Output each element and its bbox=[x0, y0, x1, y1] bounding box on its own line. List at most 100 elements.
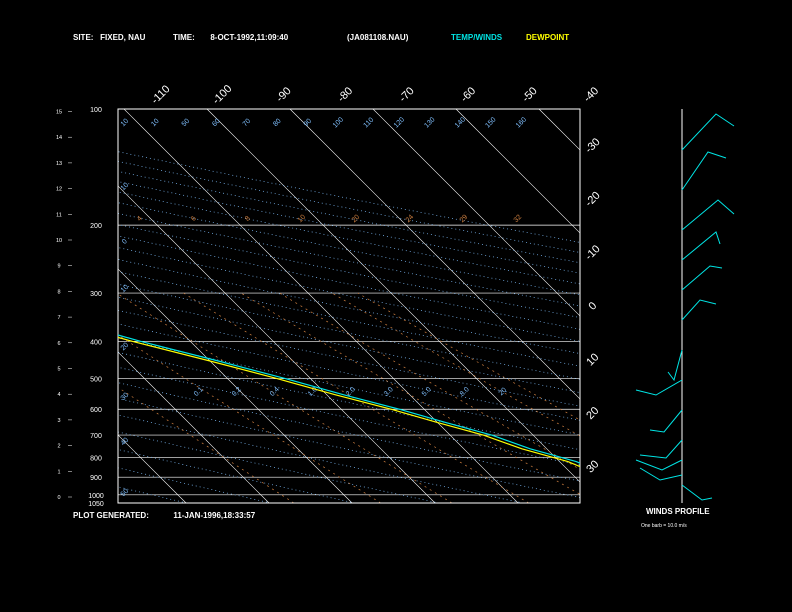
isotherm-line bbox=[118, 268, 353, 503]
altitude-label: 0 bbox=[57, 495, 60, 501]
isotherm-line bbox=[289, 109, 580, 400]
wind-barb bbox=[681, 231, 721, 261]
moist-label: 0.1 bbox=[193, 386, 205, 398]
isotherm-line bbox=[538, 109, 580, 151]
mixing-ratio-line bbox=[118, 386, 295, 503]
altitude-label: 7 bbox=[57, 315, 60, 321]
top-temp-label: -60 bbox=[459, 85, 479, 105]
theta-label: 130 bbox=[423, 116, 436, 129]
right-temp-label: 30 bbox=[584, 458, 601, 475]
top-temp-label: -50 bbox=[520, 85, 540, 105]
altitude-label: 2 bbox=[57, 444, 60, 450]
altitude-label: 15 bbox=[56, 110, 62, 116]
pressure-label: 900 bbox=[90, 475, 102, 482]
dry-adiabat-line bbox=[118, 171, 580, 264]
left-theta-label: 0 bbox=[121, 238, 129, 246]
pressure-label: 100 bbox=[90, 107, 102, 114]
wind-barb bbox=[681, 113, 735, 151]
dry-adiabat-line bbox=[118, 151, 580, 243]
altitude-label: 10 bbox=[56, 238, 62, 244]
mixing-ratio-label: 29 bbox=[459, 214, 470, 225]
isotherm-line bbox=[0, 109, 103, 503]
moist-label: 3.0 bbox=[383, 386, 395, 398]
altitude-label: 8 bbox=[57, 289, 60, 295]
top-temp-label: -110 bbox=[149, 83, 172, 106]
mixing-ratio-line bbox=[357, 292, 580, 421]
dry-adiabat-line bbox=[118, 191, 580, 285]
isotherm-line bbox=[118, 351, 270, 503]
dewpoint-profile-line bbox=[118, 336, 580, 468]
right-temp-label: -20 bbox=[583, 190, 603, 210]
dry-adiabat-line bbox=[118, 224, 580, 318]
wind-barb bbox=[639, 439, 683, 459]
mixing-ratio-label: 6 bbox=[190, 215, 198, 223]
right-temp-label: -10 bbox=[583, 243, 603, 263]
dry-adiabat-line bbox=[118, 323, 580, 421]
altitude-label: 1 bbox=[57, 469, 60, 475]
mixing-ratio-label: 20 bbox=[351, 214, 362, 225]
wind-barb bbox=[681, 199, 735, 231]
wind-barb bbox=[649, 409, 683, 433]
temperature-profile-line bbox=[118, 334, 580, 464]
theta-label: 100 bbox=[332, 116, 345, 129]
altitude-label: 12 bbox=[56, 187, 62, 193]
wind-barb bbox=[681, 265, 723, 291]
plot-generated-value: 11-JAN-1996,18:33:57 bbox=[173, 511, 256, 520]
moist-label: 0.2 bbox=[231, 386, 243, 398]
isotherm-line bbox=[206, 109, 580, 483]
theta-label: 120 bbox=[393, 116, 406, 129]
top-temp-label: -70 bbox=[397, 85, 417, 105]
altitude-label: 11 bbox=[56, 212, 62, 218]
plot-generated-label: PLOT GENERATED: bbox=[73, 511, 149, 520]
left-theta-label: 20 bbox=[120, 342, 131, 353]
pressure-label: 300 bbox=[90, 291, 102, 298]
right-temp-label: -30 bbox=[583, 136, 603, 156]
dry-adiabat-line bbox=[118, 296, 580, 393]
theta-label: 110 bbox=[363, 116, 376, 129]
winds-profile-panel bbox=[635, 109, 735, 503]
dry-adiabat-line bbox=[118, 202, 580, 296]
dry-adiabat-line bbox=[118, 414, 524, 503]
theta-label: 10 bbox=[150, 118, 161, 129]
wind-barb bbox=[681, 484, 713, 501]
altitude-label: 6 bbox=[57, 341, 60, 347]
wind-barb bbox=[635, 459, 683, 471]
dry-adiabat-line bbox=[118, 181, 580, 274]
theta-label: 10 bbox=[120, 118, 131, 129]
dry-adiabat-line bbox=[118, 259, 580, 354]
dry-adiabat-line bbox=[118, 283, 580, 380]
top-temp-label: -80 bbox=[336, 85, 356, 105]
isotherm-line bbox=[118, 434, 187, 503]
theta-label: 150 bbox=[484, 116, 497, 129]
pressure-label: 800 bbox=[90, 455, 102, 462]
dry-adiabat-line bbox=[118, 366, 580, 466]
pressure-label: 200 bbox=[90, 223, 102, 230]
dry-adiabat-line bbox=[118, 351, 580, 451]
left-theta-label: 10 bbox=[120, 182, 131, 193]
pressure-label: 600 bbox=[90, 407, 102, 414]
dry-adiabat-line bbox=[118, 271, 580, 367]
mixing-ratio-label: 4 bbox=[136, 215, 144, 223]
wind-barb bbox=[681, 299, 717, 321]
mixing-ratio-label: 32 bbox=[513, 214, 524, 225]
pressure-label: 700 bbox=[90, 433, 102, 440]
altitude-label: 4 bbox=[57, 392, 60, 398]
dry-adiabat-line bbox=[118, 309, 580, 407]
right-temp-label: 10 bbox=[584, 351, 601, 368]
dry-adiabat-line bbox=[118, 467, 271, 503]
isotherm-line bbox=[118, 185, 436, 503]
theta-label: 50 bbox=[181, 118, 192, 129]
altitude-label: 5 bbox=[57, 367, 60, 373]
wind-barb bbox=[667, 349, 683, 382]
skewt-chart: 1002003004005006007008009001000105001234… bbox=[0, 83, 735, 508]
dry-adiabat-line bbox=[118, 161, 580, 253]
theta-label: 60 bbox=[211, 118, 222, 129]
top-temp-label: -40 bbox=[582, 85, 602, 105]
theta-label: 80 bbox=[272, 118, 283, 129]
top-temp-label: -90 bbox=[274, 85, 294, 105]
mixing-ratio-line bbox=[279, 292, 580, 470]
altitude-label: 13 bbox=[56, 161, 62, 167]
theta-label: 90 bbox=[303, 118, 314, 129]
moist-label: 20 bbox=[498, 387, 509, 398]
mixing-ratio-label: 10 bbox=[297, 214, 308, 225]
